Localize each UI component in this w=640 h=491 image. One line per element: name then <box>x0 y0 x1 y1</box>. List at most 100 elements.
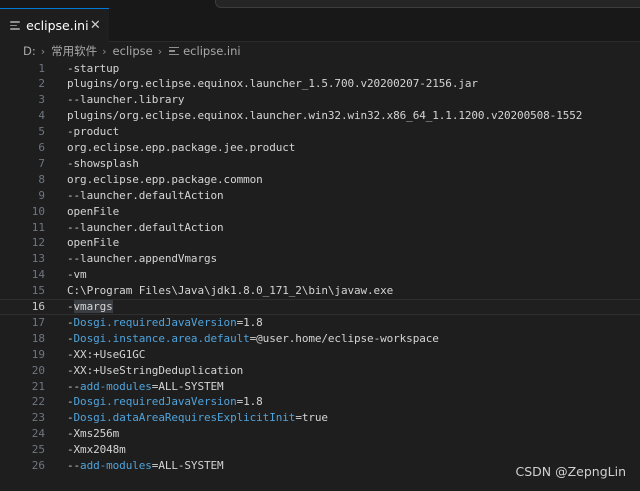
code-text: openFile <box>67 205 119 218</box>
code-text: C:\Program Files\Java\jdk1.8.0_171_2\bin… <box>67 284 393 297</box>
settings-file-icon <box>10 20 20 32</box>
code-line[interactable]: 4 plugins/org.eclipse.equinox.launcher.wi… <box>0 108 640 124</box>
watermark: CSDN @ZepngLin <box>515 464 626 479</box>
code-plain: - <box>67 300 74 313</box>
code-text: -showsplash <box>67 157 139 170</box>
line-number: 20 <box>31 363 45 377</box>
line-number: 17 <box>31 315 45 329</box>
code-line[interactable]: 11 --launcher.defaultAction <box>0 219 640 235</box>
code-line[interactable]: 1 -startup <box>0 60 640 76</box>
code-plain: org.eclipse.epp.package.common <box>67 172 263 186</box>
code-line[interactable]: 14 -vm <box>0 267 640 283</box>
code-line[interactable]: 23 -Dosgi.dataAreaRequiresExplicitInit=tr… <box>0 410 640 426</box>
line-number: 18 <box>31 331 45 345</box>
code-text: -Dosgi.dataAreaRequiresExplicitInit=true <box>67 411 328 424</box>
title-bar <box>0 0 640 8</box>
code-text: -Xms256m <box>67 427 119 440</box>
code-line[interactable]: 13 --launcher.appendVmargs <box>0 251 640 267</box>
code-line[interactable]: 8 org.eclipse.epp.package.common <box>0 171 640 187</box>
line-number: 21 <box>31 379 45 393</box>
code-text: -startup <box>67 62 119 75</box>
code-plain: org.eclipse.epp.package.jee.product <box>67 141 296 154</box>
settings-file-icon <box>169 46 180 56</box>
code-line[interactable]: 24 -Xms256m <box>0 426 640 442</box>
code-plain: plugins/org.eclipse.equinox.launcher.win… <box>67 109 583 123</box>
code-text: -Dosgi.requiredJavaVersion=1.8 <box>67 316 263 329</box>
code-plain: -XX:+UseStringDeduplication <box>67 363 244 377</box>
code-text: --launcher.library <box>67 93 185 106</box>
breadcrumb-file[interactable]: eclipse.ini <box>183 44 241 58</box>
line-number: 15 <box>31 284 45 298</box>
code-line[interactable]: 21 --add-modules=ALL-SYSTEM <box>0 378 640 394</box>
code-text: org.eclipse.epp.package.common <box>67 173 263 186</box>
code-line[interactable]: 19 -XX:+UseG1GC <box>0 346 640 362</box>
property-value: =ALL-SYSTEM <box>151 379 224 393</box>
breadcrumb-drive[interactable]: D: <box>0 44 36 58</box>
code-editor[interactable]: 1 -startup 2 plugins/org.eclipse.equinox.la… <box>0 60 640 480</box>
property-key: Dosgi.requiredJavaVersion <box>73 315 237 329</box>
breadcrumb-folder-software[interactable]: 常用软件 <box>48 43 97 59</box>
code-text: --launcher.appendVmargs <box>67 252 217 265</box>
code-plain: -vm <box>67 268 87 282</box>
code-text: plugins/org.eclipse.equinox.launcher.win… <box>67 109 582 122</box>
code-text: -product <box>67 125 119 138</box>
code-text: --launcher.defaultAction <box>67 221 224 234</box>
code-plain: -startup <box>67 61 120 75</box>
line-number: 3 <box>38 93 45 107</box>
property-key: add-modules <box>80 379 152 393</box>
line-number: 2 <box>38 77 45 91</box>
code-text: -Xmx2048m <box>67 443 126 456</box>
close-icon[interactable]: ✕ <box>89 18 102 34</box>
code-text: openFile <box>67 236 119 249</box>
code-line[interactable]: 18 -Dosgi.instance.area.default=@user.hom… <box>0 330 640 346</box>
code-text: org.eclipse.epp.package.jee.product <box>67 141 295 154</box>
code-line[interactable]: 6 org.eclipse.epp.package.jee.product <box>0 140 640 156</box>
code-text: --add-modules=ALL-SYSTEM <box>67 459 224 472</box>
code-line[interactable]: 20 -XX:+UseStringDeduplication <box>0 362 640 378</box>
line-number: 16 <box>31 300 45 313</box>
command-center[interactable] <box>215 0 640 8</box>
property-key: Dosgi.requiredJavaVersion <box>73 395 237 409</box>
code-text: -Dosgi.requiredJavaVersion=1.8 <box>67 395 263 408</box>
line-number: 6 <box>38 141 45 154</box>
code-plain: openFile <box>67 236 120 250</box>
code-plain: -- <box>67 459 81 472</box>
line-number: 9 <box>38 188 45 202</box>
line-number: 5 <box>38 125 45 139</box>
line-number: 26 <box>31 459 45 472</box>
line-number: 1 <box>38 61 45 75</box>
code-line[interactable]: 17 -Dosgi.requiredJavaVersion=1.8 <box>0 314 640 330</box>
line-number: 19 <box>31 347 45 361</box>
code-plain: --launcher.defaultAction <box>67 220 224 234</box>
code-line[interactable]: 9 --launcher.defaultAction <box>0 187 640 203</box>
code-plain: --launcher.appendVmargs <box>67 252 218 266</box>
line-number: 7 <box>38 156 45 170</box>
code-line[interactable]: 3 --launcher.library <box>0 92 640 108</box>
code-plain: -showsplash <box>67 156 139 170</box>
code-plain: C:\Program Files\Java\jdk1.8.0_171_2\bin… <box>67 284 394 298</box>
property-value: =@user.home/eclipse-workspace <box>249 331 439 345</box>
code-line[interactable]: 15 C:\Program Files\Java\jdk1.8.0_171_2\b… <box>0 283 640 299</box>
code-plain: -product <box>67 125 120 139</box>
highlighted-word: vmargs <box>73 300 113 313</box>
code-line[interactable]: 2 plugins/org.eclipse.equinox.launcher_1.… <box>0 76 640 92</box>
breadcrumb-folder-eclipse[interactable]: eclipse <box>110 44 153 58</box>
code-plain: -Xms256m <box>67 427 120 441</box>
code-line[interactable]: 12 openFile <box>0 235 640 251</box>
tab-label: eclipse.ini <box>26 18 89 33</box>
property-key: Dosgi.instance.area.default <box>73 331 250 345</box>
code-line[interactable]: 22 -Dosgi.requiredJavaVersion=1.8 <box>0 394 640 410</box>
code-line[interactable]: 25 -Xmx2048m <box>0 442 640 458</box>
code-plain: -- <box>67 379 81 393</box>
code-line[interactable]: 7 -showsplash <box>0 155 640 171</box>
line-number: 25 <box>31 443 45 457</box>
code-line[interactable]: 16 -vmargs <box>0 298 640 315</box>
tab-eclipse-ini[interactable]: eclipse.ini ✕ <box>0 8 109 42</box>
code-line[interactable]: 10 openFile <box>0 203 640 219</box>
code-plain: -Xmx2048m <box>67 443 126 457</box>
property-value: =1.8 <box>236 395 263 409</box>
code-text: -vm <box>67 268 87 281</box>
code-line[interactable]: 5 -product <box>0 124 640 140</box>
code-text: --launcher.defaultAction <box>67 189 224 202</box>
code-text: --add-modules=ALL-SYSTEM <box>67 380 224 393</box>
